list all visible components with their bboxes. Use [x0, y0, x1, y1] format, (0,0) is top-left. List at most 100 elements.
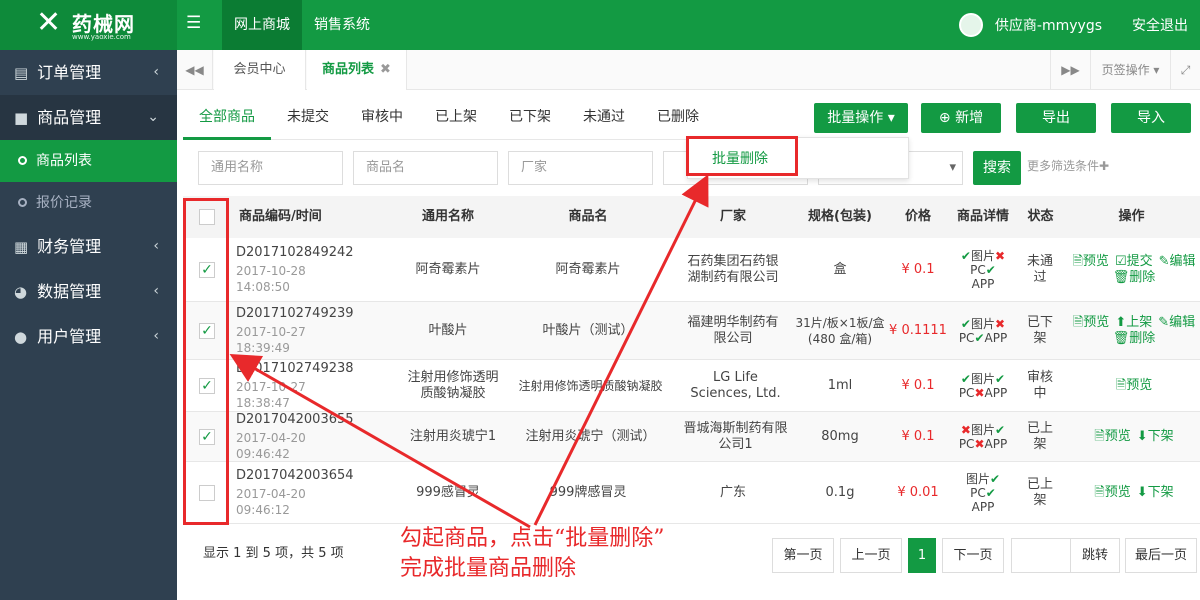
- th-name: 商品名: [568, 209, 608, 224]
- delist-link[interactable]: ⬇下架: [1137, 485, 1174, 501]
- product-time: 2017-10-27 18:39:49: [236, 325, 306, 355]
- sidebar-item-users[interactable]: ● 用户管理 ‹: [0, 314, 177, 359]
- jump-button[interactable]: 跳转: [1070, 538, 1120, 573]
- status-tab-reviewing[interactable]: 审核中: [345, 100, 419, 140]
- sidebar-item-label: 订单管理: [37, 63, 102, 82]
- detail-cell: ✔图片✔ PC✖APP: [948, 360, 1018, 412]
- status-tab-unsubmitted[interactable]: 未提交: [271, 100, 345, 140]
- grid-icon: ▦: [14, 238, 29, 256]
- tabs-ops-menu[interactable]: 页签操作 ▾: [1090, 50, 1170, 90]
- name-cell: 注射用炎琥宁（测试）: [525, 429, 656, 444]
- list-link[interactable]: ⬆上架: [1115, 315, 1152, 331]
- detail-line: APP: [971, 277, 995, 291]
- status-tab-listed[interactable]: 已上架: [419, 100, 493, 140]
- last-page-button[interactable]: 最后一页: [1125, 538, 1197, 573]
- op-label: 删除: [1129, 331, 1156, 346]
- hamburger-icon[interactable]: ☰: [186, 13, 201, 33]
- import-button[interactable]: 导入: [1111, 103, 1191, 133]
- status-tab-deleted[interactable]: 已删除: [641, 100, 715, 140]
- more-filters-link[interactable]: 更多筛选条件✚: [1027, 157, 1109, 174]
- tab-member-center[interactable]: 会员中心: [214, 50, 306, 90]
- ops-cell: 🗎预览 ⬇下架: [1068, 412, 1200, 462]
- preview-link[interactable]: 🗎预览: [1116, 378, 1152, 394]
- spec-cell: 80mg: [821, 429, 859, 444]
- detail-line: ✔图片✖: [960, 249, 1006, 263]
- code-cell: D2017042003655 2017-04-20 09:46:42: [231, 412, 361, 462]
- code-cell: D2017042003654 2017-04-20 09:46:12: [231, 462, 361, 524]
- table-row: ✓ D2017102749238 2017-10-27 18:38:47 注射用修…: [183, 360, 1200, 412]
- first-page-button[interactable]: 第一页: [772, 538, 834, 573]
- more-filters-label: 更多筛选条件: [1027, 159, 1100, 173]
- avatar[interactable]: [958, 13, 983, 37]
- plus-icon: ✚: [1099, 159, 1110, 173]
- page-tabs-bar: ◀◀ 会员中心 商品列表 ✖ ▶▶ 页签操作 ▾ ⤢: [177, 50, 1200, 90]
- fullscreen-icon[interactable]: ⤢: [1170, 50, 1200, 90]
- top-nav-sales[interactable]: 销售系统: [302, 0, 382, 50]
- batch-ops-button[interactable]: 批量操作 ▾: [814, 103, 908, 133]
- preview-link[interactable]: 🗎预览: [1073, 315, 1109, 331]
- preview-link[interactable]: 🗎预览: [1094, 429, 1130, 445]
- edit-link[interactable]: ✎编辑: [1159, 254, 1196, 270]
- maker-input[interactable]: 厂家: [508, 151, 653, 185]
- search-button[interactable]: 搜索: [973, 151, 1021, 185]
- name-cell: 注射用修饰透明质酸钠凝胶: [518, 379, 663, 393]
- op-label: 删除: [1129, 270, 1156, 285]
- prev-page-button[interactable]: 上一页: [840, 538, 902, 573]
- sidebar-item-finance[interactable]: ▦ 财务管理 ‹: [0, 224, 177, 269]
- sidebar-item-data[interactable]: ◕ 数据管理 ‹: [0, 269, 177, 314]
- generic-name-input[interactable]: 通用名称: [198, 151, 343, 185]
- table-row: ✓ D2017102749239 2017-10-27 18:39:49 叶酸片 …: [183, 302, 1200, 360]
- sidebar-item-label: 财务管理: [37, 237, 102, 256]
- delete-link[interactable]: 🗑删除: [1113, 331, 1156, 347]
- product-time: 2017-04-20 09:46:42: [236, 431, 306, 461]
- close-icon[interactable]: ✖: [380, 62, 391, 77]
- user-name[interactable]: 供应商-mmyygs: [995, 15, 1102, 35]
- product-time: 2017-10-28 14:08:50: [236, 264, 306, 294]
- status-tab-delisted[interactable]: 已下架: [493, 100, 567, 140]
- tabs-prev-icon[interactable]: ◀◀: [177, 50, 213, 90]
- product-time: 2017-10-27 18:38:47: [236, 380, 306, 410]
- product-name-input[interactable]: 商品名: [353, 151, 498, 185]
- edit-link[interactable]: ✎编辑: [1158, 315, 1195, 331]
- detail-line: ✔图片✔: [960, 372, 1006, 386]
- submit-link[interactable]: ☑提交: [1115, 254, 1153, 270]
- arrow-up-circle-icon: ⬆: [1115, 315, 1127, 330]
- logo-url: www.yaoxie.com: [72, 33, 131, 41]
- preview-link[interactable]: 🗎预览: [1072, 254, 1108, 270]
- preview-link[interactable]: 🗎预览: [1094, 485, 1130, 501]
- tab-product-list[interactable]: 商品列表 ✖: [307, 50, 407, 90]
- spec-cell: 盒: [833, 262, 847, 277]
- maker-cell: LG Life Sciences, Ltd.: [690, 370, 781, 401]
- logout-button[interactable]: 安全退出: [1132, 15, 1188, 35]
- detail-cell: ✔图片✖PC✔APP: [948, 238, 1018, 302]
- top-nav-mall[interactable]: 网上商城: [222, 0, 302, 50]
- spec-cell: 1ml: [827, 378, 853, 393]
- status-tab-rejected[interactable]: 未通过: [567, 100, 641, 140]
- annotation-line-1: 勾起商品，点击“批量删除”: [400, 526, 665, 551]
- add-button[interactable]: ⊕ 新增: [921, 103, 1001, 133]
- logo[interactable]: ✕ 药械网 www.yaoxie.com: [0, 0, 177, 50]
- sidebar-sub-quote-records[interactable]: 报价记录: [0, 182, 177, 224]
- sidebar-item-products[interactable]: ■ 商品管理 ⌄: [0, 95, 177, 140]
- delist-link[interactable]: ⬇下架: [1137, 429, 1174, 445]
- tabs-next-icon[interactable]: ▶▶: [1050, 50, 1090, 90]
- jump-page-input[interactable]: [1011, 538, 1071, 573]
- next-page-button[interactable]: 下一页: [942, 538, 1004, 573]
- op-label: 编辑: [1169, 254, 1196, 269]
- th-ops: 操作: [1118, 209, 1145, 224]
- ops-cell: 🗎预览 ⬇下架: [1068, 462, 1200, 524]
- edit-icon: ✎: [1158, 315, 1170, 330]
- sidebar-item-orders[interactable]: ▤ 订单管理 ‹: [0, 50, 177, 95]
- detail-line: ✖图片✔: [960, 423, 1006, 437]
- trash-icon: 🗑: [1112, 331, 1130, 346]
- export-button[interactable]: 导出: [1016, 103, 1096, 133]
- delete-link[interactable]: 🗑删除: [1113, 270, 1156, 286]
- op-label: 上架: [1126, 315, 1153, 330]
- op-label: 预览: [1083, 315, 1110, 330]
- page-1-button[interactable]: 1: [908, 538, 936, 573]
- sidebar-sub-product-list[interactable]: 商品列表: [0, 140, 177, 182]
- spec-cell: 31片/板×1板/盒 (480 盒/箱): [795, 316, 885, 346]
- chevron-left-icon: ‹: [153, 328, 159, 344]
- status-tab-all[interactable]: 全部商品: [183, 100, 271, 140]
- status-cell: 已下架: [1026, 315, 1053, 346]
